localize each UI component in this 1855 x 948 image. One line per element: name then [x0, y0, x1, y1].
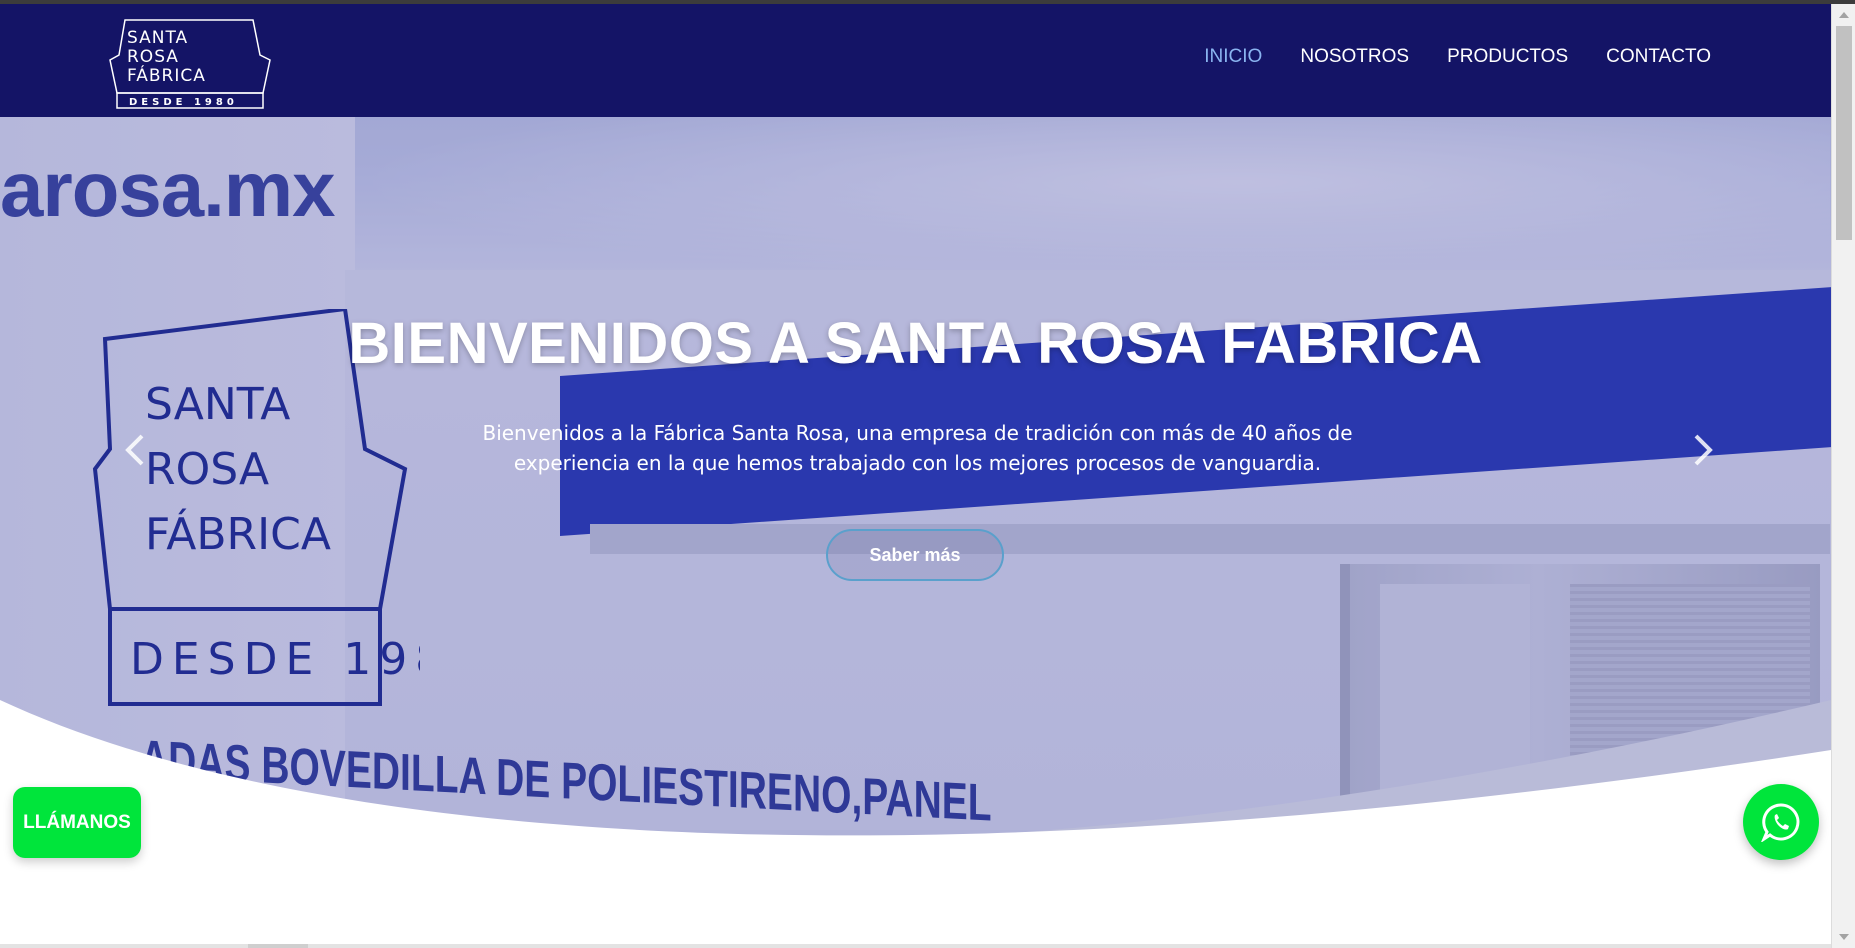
site-header: SANTA ROSA FÁBRICA DESDE 1980 INICIO NOS… [0, 4, 1831, 117]
scroll-up-arrow-icon[interactable] [1839, 12, 1849, 18]
vertical-scrollbar[interactable] [1831, 4, 1855, 948]
logo-tagline: DESDE 1980 [129, 97, 238, 108]
nav-item-contacto[interactable]: CONTACTO [1606, 46, 1711, 68]
logo-line2: ROSA [127, 47, 179, 67]
santa-rosa-logo-icon[interactable]: SANTA ROSA FÁBRICA DESDE 1980 [105, 15, 273, 110]
logo-line1: SANTA [127, 28, 188, 48]
hero-title: BIENVENIDOS A SANTA ROSA FABRICA [348, 311, 1483, 376]
chevron-left-icon[interactable] [120, 430, 150, 470]
nav-item-nosotros[interactable]: NOSOTROS [1300, 46, 1409, 68]
saber-mas-button[interactable]: Saber más [826, 529, 1004, 581]
hero-curve-divider [0, 700, 1831, 948]
nav-item-productos[interactable]: PRODUCTOS [1447, 46, 1568, 68]
scroll-down-arrow-icon[interactable] [1839, 934, 1849, 940]
hero-description: Bienvenidos a la Fábrica Santa Rosa, una… [482, 421, 1353, 475]
nav-item-inicio[interactable]: INICIO [1204, 46, 1262, 68]
main-nav: INICIO NOSOTROS PRODUCTOS CONTACTO [1204, 46, 1711, 68]
horizontal-scrollbar [0, 944, 1831, 948]
logo-line3: FÁBRICA [127, 64, 206, 86]
whatsapp-button[interactable] [1743, 784, 1819, 860]
horizontal-scrollbar-thumb[interactable] [248, 944, 308, 948]
whatsapp-icon [1761, 803, 1800, 842]
chevron-right-icon[interactable] [1688, 430, 1718, 470]
scrollbar-thumb[interactable] [1836, 26, 1852, 240]
call-button[interactable]: LLÁMANOS [13, 787, 141, 858]
